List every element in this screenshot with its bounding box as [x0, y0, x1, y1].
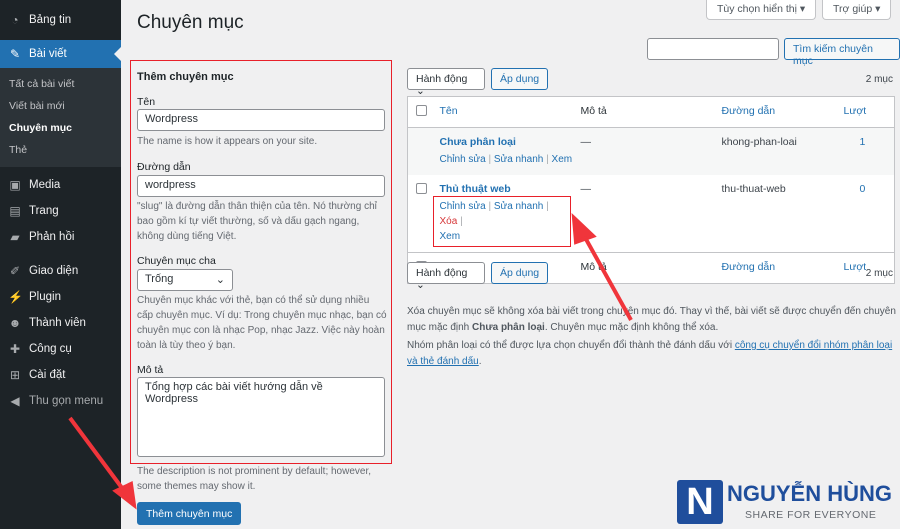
table-header: Tên Mô tả Đường dẫn Lượt: [407, 97, 895, 128]
submenu-all-posts[interactable]: Tất cả bài viết: [0, 73, 121, 95]
menu-dashboard[interactable]: ◔ Bảng tin: [0, 7, 121, 33]
media-icon: ▣: [9, 178, 21, 192]
submenu-new-post[interactable]: Viết bài mới: [0, 95, 121, 117]
slug-label: Đường dẫn: [137, 161, 191, 173]
category-slug: thu-thuat-web: [721, 183, 786, 195]
menu-users[interactable]: ☻ Thành viên: [0, 310, 121, 336]
current-menu-pointer: [107, 47, 121, 61]
name-label: Tên: [137, 96, 156, 108]
item-count-bottom: 2 mục: [865, 268, 893, 279]
search-categories-button[interactable]: Tìm kiếm chuyên mục: [784, 38, 900, 67]
col-name[interactable]: Tên: [440, 97, 581, 128]
user-icon: ☻: [8, 316, 22, 330]
logo-mark: N: [677, 480, 723, 524]
category-description: —: [580, 136, 592, 148]
help-button[interactable]: Trợ giúp ▾: [822, 0, 892, 20]
category-description: —: [580, 183, 592, 195]
item-count-top: 2 mục: [865, 74, 893, 85]
col-description: Mô tả: [580, 105, 607, 117]
table-row: Chưa phân loại Chỉnh sửa | Sửa nhanh | X…: [407, 127, 895, 175]
bulk-action-select-bottom[interactable]: Hành động ⌄: [407, 262, 485, 291]
bulk-action-select-top[interactable]: Hành động ⌄: [407, 68, 485, 97]
dashboard-icon: ◔: [11, 13, 19, 27]
posts-submenu: Tất cả bài viết Viết bài mới Chuyên mục …: [0, 68, 121, 167]
menu-appearance[interactable]: ✐ Giao diện: [0, 258, 121, 284]
parent-select[interactable]: Trống ⌄: [137, 269, 233, 291]
form-heading: Thêm chuyên mục: [137, 71, 234, 83]
menu-comments[interactable]: ▰ Phản hồi: [0, 224, 121, 250]
menu-pages[interactable]: ▤ Trang: [0, 198, 121, 224]
submenu-categories[interactable]: Chuyên mục: [0, 117, 121, 139]
slug-help: "slug" là đường dẫn thân thiện của tên. …: [137, 201, 377, 242]
menu-settings[interactable]: ⊞ Cài đặt: [0, 362, 121, 388]
edit-link[interactable]: Chỉnh sửa: [440, 201, 486, 212]
menu-collapse[interactable]: ◀ Thu gọn menu: [0, 388, 121, 414]
row-checkbox[interactable]: [416, 183, 427, 194]
col-count[interactable]: Lượt: [844, 97, 895, 128]
select-all-checkbox[interactable]: [416, 105, 427, 116]
category-count[interactable]: 1: [860, 136, 866, 148]
pin-icon: ✎: [9, 47, 21, 61]
table-row: Thủ thuật web Chỉnh sửa | Sửa nhanh | Xó…: [407, 175, 895, 253]
wrench-icon: ✚: [9, 342, 21, 356]
submenu-tags[interactable]: Thẻ: [0, 139, 121, 161]
page-icon: ▤: [9, 204, 21, 218]
delete-note: Xóa chuyên mục sẽ không xóa bài viết tro…: [407, 306, 896, 333]
menu-posts[interactable]: ✎ Bài viết: [0, 40, 121, 68]
parent-help: Chuyên mục khác với thẻ, bạn có thể sử d…: [137, 295, 387, 351]
slug-input[interactable]: wordpress: [137, 175, 385, 197]
categories-table: Tên Mô tả Đường dẫn Lượt Chưa phân loại …: [407, 96, 895, 284]
logo-name: NGUYỄN HÙNG: [727, 481, 893, 506]
description-help: The description is not prominent by defa…: [137, 466, 372, 492]
delete-link[interactable]: Xóa: [440, 216, 458, 227]
category-count[interactable]: 0: [860, 183, 866, 195]
quick-edit-link[interactable]: Sửa nhanh: [494, 154, 544, 165]
chevron-down-icon: ⌄: [416, 279, 425, 291]
add-category-button[interactable]: Thêm chuyên mục: [137, 502, 242, 525]
parent-label: Chuyên mục cha: [137, 255, 216, 267]
collapse-icon: ◀: [10, 394, 20, 408]
search-input[interactable]: [647, 38, 779, 60]
col-description-bottom: Mô tả: [580, 261, 607, 273]
brush-icon: ✐: [9, 264, 21, 278]
name-help: The name is how it appears on your site.: [137, 136, 318, 147]
category-name-link[interactable]: Thủ thuật web: [440, 183, 511, 195]
apply-button-bottom[interactable]: Áp dụng: [491, 262, 549, 284]
view-link[interactable]: Xem: [440, 231, 461, 242]
apply-button-top[interactable]: Áp dụng: [491, 68, 549, 90]
comment-icon: ▰: [10, 230, 20, 244]
chevron-down-icon: ⌄: [215, 274, 225, 286]
admin-sidebar: ◔ Bảng tin ✎ Bài viết Tất cả bài viết Viết…: [0, 0, 121, 529]
description-label: Mô tả: [137, 364, 164, 376]
edit-link[interactable]: Chỉnh sửa: [440, 154, 486, 165]
plugin-icon: ⚡: [8, 290, 23, 304]
col-slug[interactable]: Đường dẫn: [722, 97, 844, 128]
page-title: Chuyên mục: [137, 12, 244, 33]
col-slug-bottom[interactable]: Đường dẫn: [722, 253, 844, 284]
screen-options-button[interactable]: Tùy chọn hiển thị ▾: [706, 0, 817, 20]
menu-media[interactable]: ▣ Media: [0, 172, 121, 198]
view-link[interactable]: Xem: [552, 154, 573, 165]
convert-note: Nhóm phân loại có thể được lựa chọn chuy…: [407, 340, 893, 367]
menu-tools[interactable]: ✚ Công cụ: [0, 336, 121, 362]
description-textarea[interactable]: Tổng hợp các bài viết hướng dẫn về Wordp…: [137, 377, 385, 457]
name-input[interactable]: Wordpress: [137, 109, 385, 131]
menu-plugins[interactable]: ⚡ Plugin: [0, 284, 121, 310]
logo-tagline: SHARE FOR EVERYONE: [745, 509, 877, 521]
quick-edit-link[interactable]: Sửa nhanh: [494, 201, 544, 212]
category-name-link[interactable]: Chưa phân loại: [440, 136, 516, 148]
category-slug: khong-phan-loai: [721, 136, 797, 148]
settings-icon: ⊞: [9, 368, 21, 382]
